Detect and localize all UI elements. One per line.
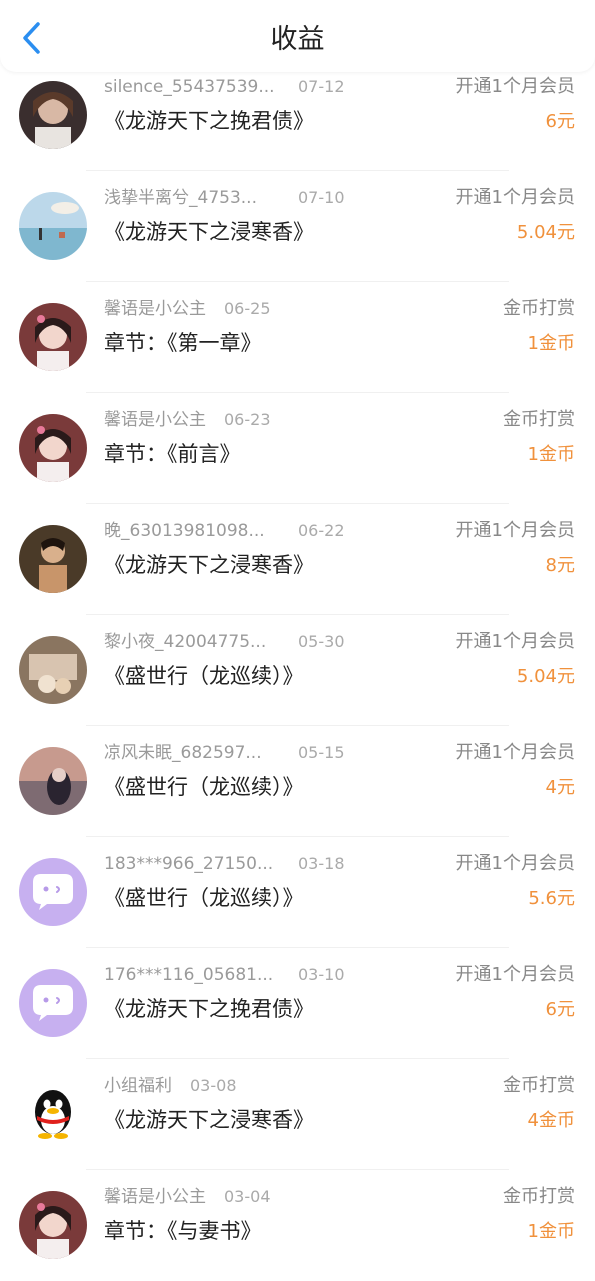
income-amount: 1金币 bbox=[527, 1221, 575, 1242]
user-name: 黎小夜_42004775... bbox=[104, 632, 267, 652]
date: 03-08 bbox=[190, 1076, 237, 1095]
income-amount: 1金币 bbox=[527, 333, 575, 354]
list-item[interactable]: 176***116_05681... 03-10 《龙游天下之挽君债》 开通1个月… bbox=[0, 948, 595, 1059]
date: 03-18 bbox=[298, 854, 345, 873]
income-type: 金币打赏 bbox=[503, 409, 575, 430]
date: 07-10 bbox=[298, 188, 345, 207]
photo-avatar bbox=[19, 414, 87, 482]
date: 03-04 bbox=[224, 1187, 271, 1206]
list-item[interactable]: 晚_63013981098... 06-22 《龙游天下之浸寒香》 开通1个月会员… bbox=[0, 504, 595, 615]
list-item[interactable]: 黎小夜_42004775... 05-30 《盛世行（龙巡续）》 开通1个月会员 … bbox=[0, 615, 595, 726]
photo-avatar bbox=[19, 636, 87, 704]
user-name: silence_55437539... bbox=[104, 77, 275, 97]
income-amount: 6元 bbox=[545, 999, 575, 1020]
user-name: 晚_63013981098... bbox=[104, 521, 265, 541]
income-type: 开通1个月会员 bbox=[455, 742, 575, 763]
income-type: 金币打赏 bbox=[503, 1186, 575, 1207]
income-type: 开通1个月会员 bbox=[455, 964, 575, 985]
list-item[interactable]: 小组福利 03-08 《龙游天下之浸寒香》 金币打赏 4金币 bbox=[0, 1059, 595, 1170]
date: 05-15 bbox=[298, 743, 345, 762]
chat-bubble-avatar bbox=[19, 858, 87, 926]
income-amount: 4金币 bbox=[527, 1110, 575, 1131]
list-item[interactable]: 馨语是小公主 03-04 章节：《与妻书》 金币打赏 1金币 bbox=[0, 1170, 595, 1281]
user-name: 馨语是小公主 bbox=[104, 410, 206, 430]
date: 06-22 bbox=[298, 521, 345, 540]
top-bar: 收益 bbox=[0, 0, 595, 72]
income-type: 开通1个月会员 bbox=[455, 187, 575, 208]
income-type: 开通1个月会员 bbox=[455, 76, 575, 97]
list-item[interactable]: silence_55437539... 07-12 《龙游天下之挽君债》 开通1个… bbox=[0, 60, 595, 171]
book-title: 章节：《前言》 bbox=[104, 442, 241, 466]
income-amount: 4元 bbox=[545, 777, 575, 798]
user-name: 183***966_27150... bbox=[104, 854, 274, 874]
page-title: 收益 bbox=[270, 24, 325, 55]
chat-bubble-avatar bbox=[19, 969, 87, 1037]
list-item[interactable]: 浅挚半离兮_4753... 07-10 《龙游天下之浸寒香》 开通1个月会员 5.… bbox=[0, 171, 595, 282]
income-amount: 1金币 bbox=[527, 444, 575, 465]
book-title: 《龙游天下之挽君债》 bbox=[104, 997, 314, 1021]
photo-avatar bbox=[19, 525, 87, 593]
user-name: 小组福利 bbox=[104, 1076, 172, 1096]
book-title: 章节：《与妻书》 bbox=[104, 1219, 262, 1243]
photo-avatar bbox=[19, 81, 87, 149]
list-item[interactable]: 馨语是小公主 06-23 章节：《前言》 金币打赏 1金币 bbox=[0, 393, 595, 504]
income-type: 金币打赏 bbox=[503, 1075, 575, 1096]
income-amount: 8元 bbox=[545, 555, 575, 576]
book-title: 《龙游天下之浸寒香》 bbox=[104, 553, 314, 577]
book-title: 《龙游天下之浸寒香》 bbox=[104, 220, 314, 244]
book-title: 《龙游天下之挽君债》 bbox=[104, 109, 314, 133]
book-title: 《盛世行（龙巡续）》 bbox=[104, 775, 304, 799]
income-type: 开通1个月会员 bbox=[455, 520, 575, 541]
date: 06-23 bbox=[224, 410, 271, 429]
user-name: 馨语是小公主 bbox=[104, 299, 206, 319]
income-amount: 5.04元 bbox=[516, 666, 575, 687]
date: 03-10 bbox=[298, 965, 345, 984]
photo-avatar bbox=[19, 747, 87, 815]
date: 07-12 bbox=[298, 77, 345, 96]
user-name: 176***116_05681... bbox=[104, 965, 274, 985]
book-title: 《盛世行（龙巡续）》 bbox=[104, 886, 304, 910]
income-amount: 5.6元 bbox=[528, 888, 575, 909]
list-item[interactable]: 凉风未眠_682597... 05-15 《盛世行（龙巡续）》 开通1个月会员 4… bbox=[0, 726, 595, 837]
book-title: 《盛世行（龙巡续）》 bbox=[104, 664, 304, 688]
user-name: 馨语是小公主 bbox=[104, 1187, 206, 1207]
income-type: 开通1个月会员 bbox=[455, 853, 575, 874]
photo-avatar bbox=[19, 303, 87, 371]
income-amount: 6元 bbox=[545, 111, 575, 132]
book-title: 《龙游天下之浸寒香》 bbox=[104, 1108, 314, 1132]
photo-avatar bbox=[19, 192, 87, 260]
photo-avatar bbox=[19, 1191, 87, 1259]
user-name: 凉风未眠_682597... bbox=[104, 743, 262, 763]
book-title: 章节：《第一章》 bbox=[104, 331, 262, 355]
list-item[interactable]: 馨语是小公主 06-25 章节：《第一章》 金币打赏 1金币 bbox=[0, 282, 595, 393]
list-item[interactable]: 183***966_27150... 03-18 《盛世行（龙巡续）》 开通1个月… bbox=[0, 837, 595, 948]
user-name: 浅挚半离兮_4753... bbox=[104, 188, 257, 208]
date: 06-25 bbox=[224, 299, 271, 318]
penguin-avatar bbox=[19, 1080, 87, 1148]
income-amount: 5.04元 bbox=[516, 222, 575, 243]
date: 05-30 bbox=[298, 632, 345, 651]
income-type: 金币打赏 bbox=[503, 298, 575, 319]
income-type: 开通1个月会员 bbox=[455, 631, 575, 652]
